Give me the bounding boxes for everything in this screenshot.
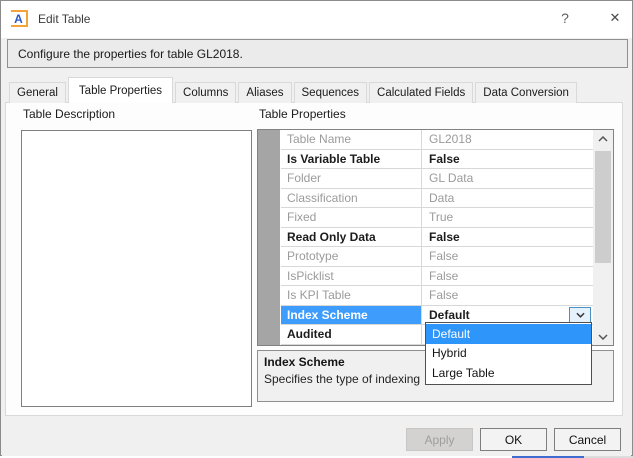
property-grid-gutter — [258, 130, 281, 345]
scroll-up-icon[interactable] — [593, 130, 613, 147]
close-icon[interactable]: ✕ — [599, 1, 631, 35]
property-grid-scrollbar[interactable] — [593, 130, 613, 345]
table-description-input[interactable] — [21, 130, 252, 407]
property-name: Folder — [281, 169, 422, 188]
window-title: Edit Table — [38, 1, 90, 36]
property-row-table-name: Table NameGL2018 — [281, 130, 593, 150]
tab-calculated-fields[interactable]: Calculated Fields — [369, 82, 473, 103]
dropdown-option-default[interactable]: Default — [426, 324, 591, 344]
property-name: Table Name — [281, 130, 422, 149]
button-bar: Apply OK Cancel — [2, 416, 631, 456]
dropdown-option-hybrid[interactable]: Hybrid — [426, 344, 591, 364]
property-name: Prototype — [281, 247, 422, 266]
cancel-button[interactable]: Cancel — [554, 428, 621, 451]
table-description-label: Table Description — [23, 107, 115, 121]
scrollbar-thumb[interactable] — [595, 151, 611, 263]
property-value[interactable]: False — [422, 150, 593, 169]
property-value: Data — [422, 189, 593, 208]
property-grid: Table NameGL2018Is Variable TableFalseFo… — [257, 129, 614, 346]
property-row-is-kpi-table: Is KPI TableFalse — [281, 286, 593, 306]
tab-aliases[interactable]: Aliases — [238, 82, 291, 103]
table-properties-label: Table Properties — [259, 107, 346, 121]
property-name: Index Scheme — [281, 306, 422, 325]
property-row-folder: FolderGL Data — [281, 169, 593, 189]
property-value: GL Data — [422, 169, 593, 188]
tab-sequences[interactable]: Sequences — [294, 82, 368, 103]
property-value: False — [422, 286, 593, 305]
property-name: Fixed — [281, 208, 422, 227]
property-row-fixed: FixedTrue — [281, 208, 593, 228]
dropdown-option-large-table[interactable]: Large Table — [426, 363, 591, 383]
tab-table-properties[interactable]: Table Properties — [68, 77, 173, 103]
title-bar[interactable]: A Edit Table ? ✕ — [1, 1, 632, 38]
help-button[interactable]: ? — [549, 1, 581, 35]
property-row-classification: ClassificationData — [281, 189, 593, 209]
property-name: Classification — [281, 189, 422, 208]
property-row-prototype: PrototypeFalse — [281, 247, 593, 267]
info-text: Configure the properties for table GL201… — [18, 47, 243, 61]
property-row-read-only-data[interactable]: Read Only DataFalse — [281, 228, 593, 248]
property-value: GL2018 — [422, 130, 593, 149]
index-scheme-dropdown-list: DefaultHybridLarge Table — [425, 322, 592, 385]
tab-data-conversion[interactable]: Data Conversion — [475, 82, 577, 103]
property-grid-rows: Table NameGL2018Is Variable TableFalseFo… — [281, 130, 593, 345]
property-value: False — [422, 247, 593, 266]
scroll-down-icon[interactable] — [593, 328, 613, 345]
screen: A Edit Table ? ✕ Configure the propertie… — [0, 0, 633, 458]
apply-button: Apply — [406, 428, 473, 451]
tab-columns[interactable]: Columns — [175, 82, 236, 103]
property-name: Audited — [281, 325, 422, 344]
app-icon: A — [11, 10, 28, 27]
combo-chevron-down-icon[interactable] — [569, 307, 591, 323]
tab-general[interactable]: General — [9, 82, 66, 103]
ok-button[interactable]: OK — [480, 428, 547, 451]
edit-table-dialog: A Edit Table ? ✕ Configure the propertie… — [0, 0, 633, 456]
property-name: Is Variable Table — [281, 150, 422, 169]
property-value[interactable]: False — [422, 228, 593, 247]
property-name: Is KPI Table — [281, 286, 422, 305]
property-value: True — [422, 208, 593, 227]
property-row-is-variable-table[interactable]: Is Variable TableFalse — [281, 150, 593, 170]
tab-strip: GeneralTable PropertiesColumnsAliasesSeq… — [9, 77, 579, 103]
property-name: IsPicklist — [281, 267, 422, 286]
property-row-ispicklist: IsPicklistFalse — [281, 267, 593, 287]
info-bar: Configure the properties for table GL201… — [7, 39, 628, 68]
property-name: Read Only Data — [281, 228, 422, 247]
property-value: False — [422, 267, 593, 286]
